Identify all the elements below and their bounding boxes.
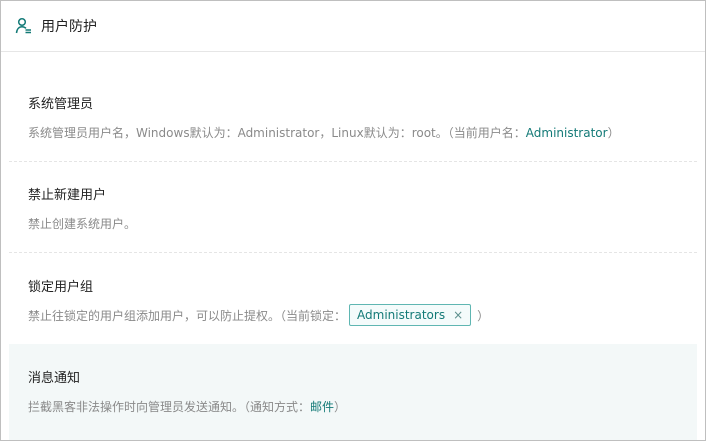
divider [9, 161, 697, 162]
setting-description: 禁止往锁定的用户组添加用户，可以防止提权。（当前锁定： Administrato… [28, 304, 697, 326]
user-shield-icon [15, 17, 33, 35]
setting-description: 系统管理员用户名，Windows默认为：Administrator，Linux默… [28, 124, 697, 141]
divider [9, 252, 697, 253]
setting-system-admin: 系统管理员 系统管理员用户名，Windows默认为：Administrator，… [9, 93, 697, 141]
setting-label: 锁定用户组 [28, 280, 94, 295]
setting-description: 禁止创建系统用户。 [28, 217, 137, 231]
panel-header: 用户防护 [1, 1, 705, 52]
setting-lock-user-group: 锁定用户组 禁止往锁定的用户组添加用户，可以防止提权。（当前锁定： Admini… [9, 276, 697, 326]
close-icon[interactable]: × [453, 308, 463, 322]
description-text: 系统管理员用户名，Windows默认为：Administrator，Linux默… [28, 126, 526, 140]
setting-label: 禁止新建用户 [28, 188, 107, 203]
description-suffix: ） [334, 400, 347, 414]
page-title: 用户防护 [41, 19, 97, 35]
setting-description: 拦截黑客非法操作时向管理员发送通知。（通知方式： 邮件） [28, 398, 697, 415]
setting-label: 消息通知 [28, 371, 81, 386]
setting-block-new-users: 禁止新建用户 禁止创建系统用户。 [9, 184, 697, 232]
setting-label: 系统管理员 [28, 97, 94, 112]
locked-group-tag: Administrators × [349, 304, 472, 326]
user-protection-panel: 用户防护 系统管理员 系统管理员用户名，Windows默认为：Administr… [0, 0, 706, 441]
locked-group-name: Administrators [357, 308, 446, 322]
setting-message-notification: 消息通知 拦截黑客非法操作时向管理员发送通知。（通知方式： 邮件） [9, 344, 697, 440]
notification-method-link[interactable]: 邮件 [310, 398, 334, 415]
description-text: 禁止往锁定的用户组添加用户，可以防止提权。（当前锁定： [28, 308, 347, 323]
description-text: 拦截黑客非法操作时向管理员发送通知。（通知方式： [28, 400, 311, 414]
current-admin-username: Administrator [525, 125, 608, 140]
description-suffix: ） [607, 126, 620, 140]
description-suffix: ） [477, 308, 490, 323]
